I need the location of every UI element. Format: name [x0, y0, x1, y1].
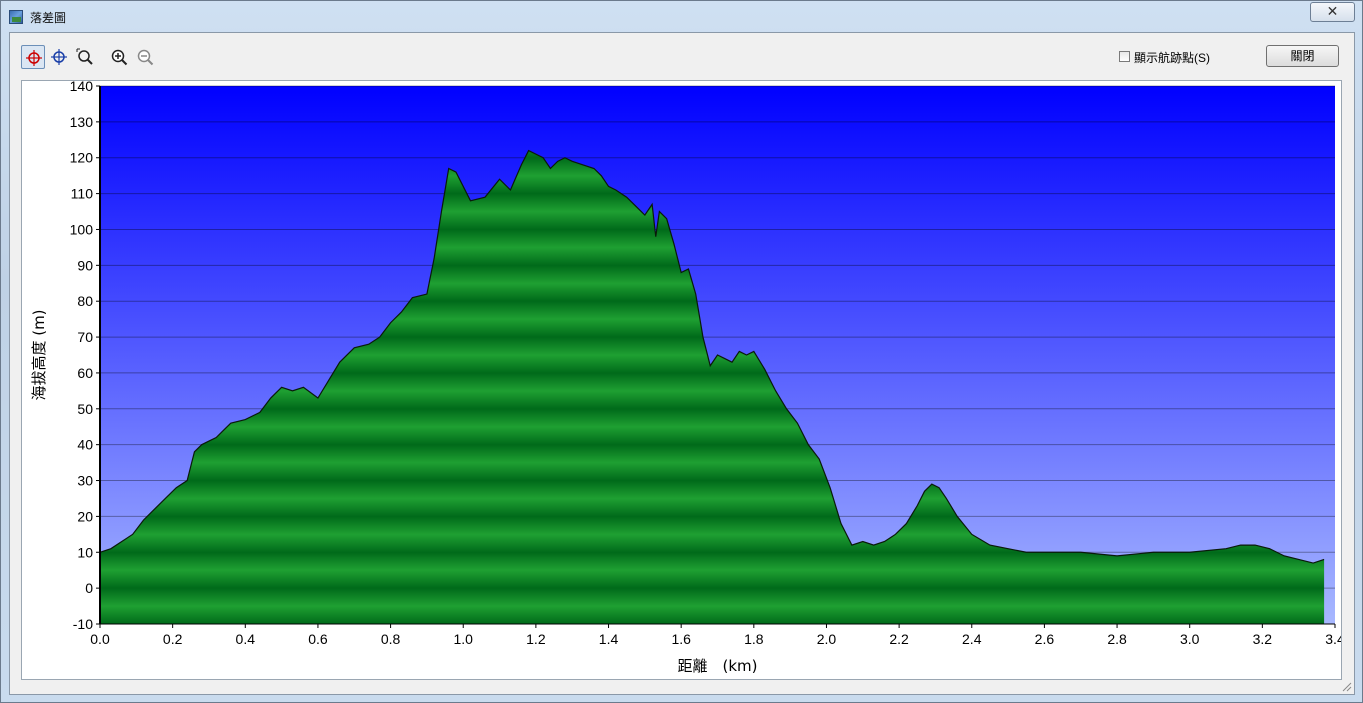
- x-tick-label: 1.6: [671, 631, 691, 647]
- y-tick-label: 50: [77, 401, 93, 417]
- y-tick-label: 80: [77, 293, 93, 309]
- zoom-out-tool[interactable]: [133, 45, 157, 69]
- x-tick-label: 2.2: [889, 631, 909, 647]
- y-tick-label: 40: [77, 437, 93, 453]
- show-waypoints-label: 顯示航跡點(S): [1134, 51, 1210, 65]
- y-tick-label: 60: [77, 365, 93, 381]
- x-tick-label: 0.8: [381, 631, 401, 647]
- crosshair-select-tool[interactable]: [21, 45, 45, 69]
- y-tick-label: 10: [77, 544, 93, 560]
- x-tick-label: 3.2: [1253, 631, 1273, 647]
- x-tick-label: 2.8: [1107, 631, 1127, 647]
- y-tick-label: 20: [77, 508, 93, 524]
- y-tick-label: 30: [77, 473, 93, 489]
- y-tick-label: 70: [77, 329, 93, 345]
- x-tick-label: 1.8: [744, 631, 764, 647]
- zoom-in-icon: [111, 49, 128, 66]
- toolbar: 顯示航跡點(S) 關閉: [10, 33, 1354, 77]
- elevation-profile-chart[interactable]: -10 0 10 20 30 40 50 60 70 80 90 100 110 120 130 140 0.0…: [22, 81, 1341, 679]
- x-tick-label: 1.2: [526, 631, 546, 647]
- x-tick-label: 0.2: [163, 631, 183, 647]
- x-tick-label: 3.4: [1325, 631, 1341, 647]
- y-tick-label: 120: [70, 150, 94, 166]
- y-tick-label: 100: [70, 221, 94, 237]
- crosshair-tool[interactable]: [47, 45, 71, 69]
- zoom-in-tool[interactable]: [107, 45, 131, 69]
- y-tick-label: 0: [85, 580, 93, 596]
- x-tick-label: 0.4: [236, 631, 256, 647]
- app-icon: [9, 10, 23, 24]
- title-bar[interactable]: 落差圖 ✕: [1, 1, 1362, 31]
- x-tick-label: 0.0: [90, 631, 110, 647]
- window-title: 落差圖: [30, 11, 67, 25]
- y-tick-label: 130: [70, 114, 94, 130]
- x-tick-label: 3.0: [1180, 631, 1200, 647]
- zoom-region-icon: [76, 48, 93, 65]
- x-tick-label: 2.4: [962, 631, 982, 647]
- client-area: 顯示航跡點(S) 關閉 -10 0 10 20 30 40 50 60 70 80 90 100 110…: [9, 32, 1355, 695]
- x-tick-label: 0.6: [308, 631, 328, 647]
- x-tick-label: 1.0: [454, 631, 474, 647]
- y-tick-label: 90: [77, 257, 93, 273]
- show-waypoints-checkbox[interactable]: [1119, 51, 1130, 62]
- x-axis-title: 距離 (km): [677, 657, 757, 675]
- crosshair-select-icon: [26, 50, 42, 66]
- zoom-out-icon: [137, 49, 154, 66]
- x-tick-label: 1.4: [599, 631, 619, 647]
- profile-window: 落差圖 ✕ 顯示航跡點(S) 關閉 -10 0 10 20 30 40 50 6…: [0, 0, 1363, 703]
- y-axis-title: 海拔高度 (m): [30, 309, 48, 400]
- x-tick-label: 2.6: [1035, 631, 1055, 647]
- zoom-region-tool[interactable]: [73, 45, 97, 69]
- resize-grip-icon[interactable]: [1342, 682, 1352, 692]
- y-tick-label: -10: [73, 616, 93, 632]
- chart-frame: -10 0 10 20 30 40 50 60 70 80 90 100 110 120 130 140 0.0…: [21, 80, 1342, 680]
- x-tick-label: 2.0: [817, 631, 837, 647]
- y-tick-label: 110: [71, 186, 94, 202]
- close-icon: ✕: [1326, 4, 1339, 20]
- window-close-button[interactable]: ✕: [1310, 2, 1355, 22]
- close-button[interactable]: 關閉: [1266, 45, 1339, 67]
- crosshair-icon: [51, 49, 67, 65]
- y-tick-label: 140: [70, 81, 94, 94]
